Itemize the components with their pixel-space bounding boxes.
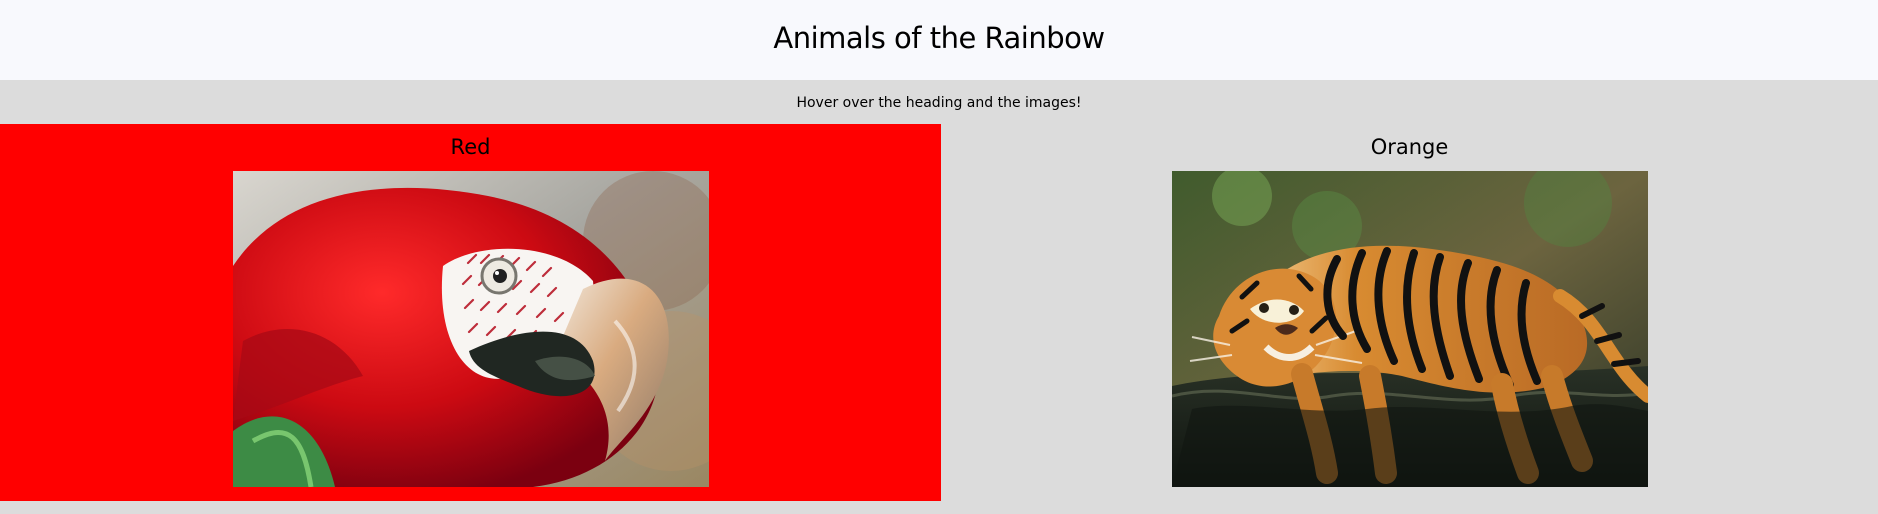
animal-gallery: Red Orange <box>0 124 1878 501</box>
card-title-orange: Orange <box>1370 135 1449 159</box>
card-title-red: Red <box>450 135 491 159</box>
animal-card-red[interactable]: Red <box>0 124 941 501</box>
tiger-photo[interactable] <box>1171 171 1648 487</box>
macaw-photo[interactable] <box>232 171 709 487</box>
page-header: Animals of the Rainbow <box>0 0 1878 80</box>
hover-hint: Hover over the heading and the images! <box>796 95 1082 111</box>
page-title[interactable]: Animals of the Rainbow <box>773 21 1105 55</box>
animal-card-orange[interactable]: Orange <box>941 124 1878 501</box>
